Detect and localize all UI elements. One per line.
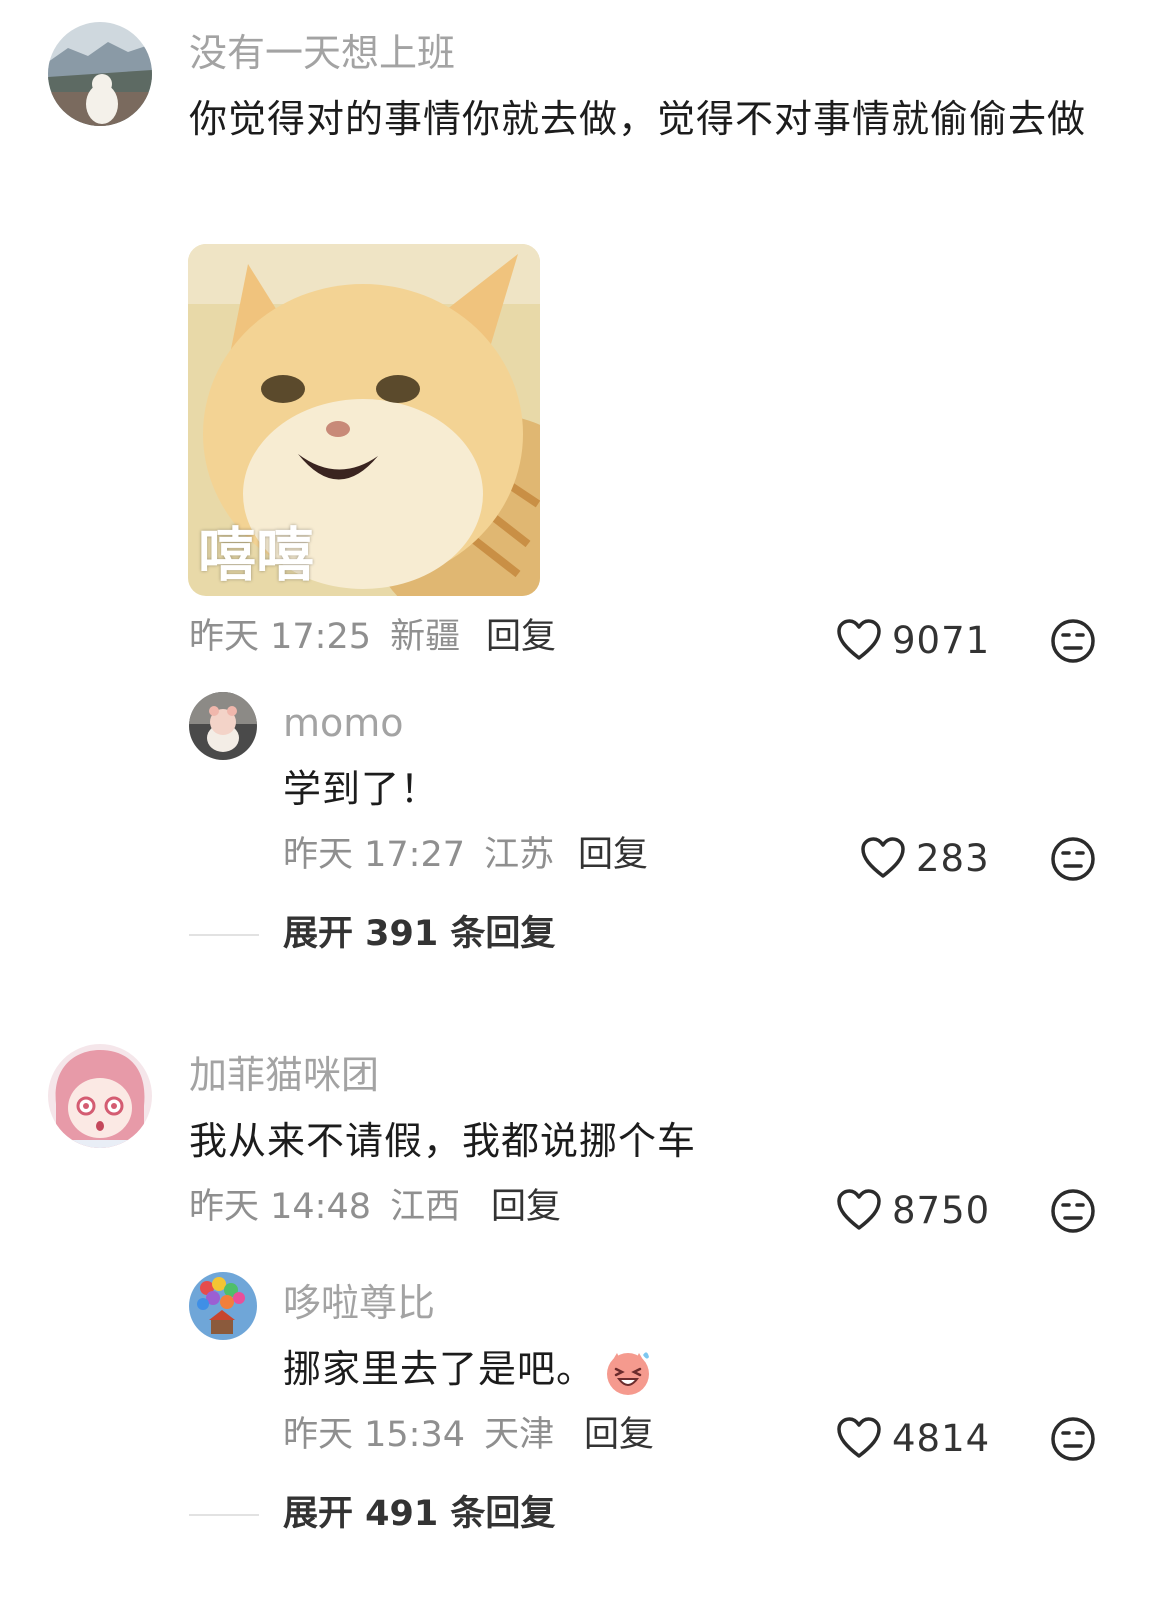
avatar[interactable] xyxy=(189,1272,257,1340)
comment-text: 我从来不请假，我都说挪个车 xyxy=(189,1119,697,1163)
meh-face-icon[interactable] xyxy=(1050,836,1096,882)
reply-button[interactable]: 回复 xyxy=(486,620,556,655)
heart-outline-icon xyxy=(837,1417,881,1458)
cat-sticker-image[interactable]: 嘻嘻 xyxy=(188,244,540,596)
expand-replies-button[interactable]: 展开 391 条回复 xyxy=(283,917,555,952)
laughing-crying-emoji-icon xyxy=(607,1351,650,1395)
reply-location: 江苏 xyxy=(484,835,555,875)
meh-face-icon[interactable] xyxy=(1050,618,1096,664)
avatar[interactable] xyxy=(189,692,257,760)
reply-time: 昨天 17:27 xyxy=(283,835,465,875)
divider xyxy=(189,934,259,936)
reply-button[interactable]: 回复 xyxy=(491,1190,561,1225)
avatar[interactable] xyxy=(48,22,152,126)
like-button[interactable]: 8750 xyxy=(836,1188,990,1232)
comment-text: 你觉得对的事情你就去做，觉得不对事情就偷偷去做 xyxy=(189,97,1087,141)
like-button[interactable]: 9071 xyxy=(836,618,990,662)
heart-outline-icon xyxy=(861,837,905,878)
reply-location: 天津 xyxy=(484,1415,555,1455)
reply-button[interactable]: 回复 xyxy=(578,838,648,873)
reply-meta: 昨天 15:34 天津 xyxy=(283,1418,554,1453)
like-count: 9071 xyxy=(892,618,991,662)
meh-face-icon[interactable] xyxy=(1050,1188,1096,1234)
reply-text: 挪家里去了是吧。 xyxy=(283,1336,983,1402)
meh-face-icon[interactable] xyxy=(1050,1416,1096,1462)
like-count: 8750 xyxy=(892,1188,991,1232)
username[interactable]: momo xyxy=(283,704,404,742)
sticker-caption: 嘻嘻 xyxy=(198,521,315,589)
username[interactable]: 加菲猫咪团 xyxy=(189,1056,379,1094)
expand-replies-button[interactable]: 展开 491 条回复 xyxy=(283,1497,555,1532)
comment-meta: 昨天 17:25 新疆 xyxy=(189,620,460,655)
comment-time: 昨天 17:25 xyxy=(189,617,371,657)
comment-location: 江西 xyxy=(390,1187,461,1227)
like-count: 4814 xyxy=(892,1416,991,1460)
reply-button[interactable]: 回复 xyxy=(584,1418,654,1453)
reply-time: 昨天 15:34 xyxy=(283,1415,465,1455)
like-button[interactable]: 283 xyxy=(860,836,990,880)
username[interactable]: 没有一天想上班 xyxy=(189,34,455,72)
avatar[interactable] xyxy=(48,1044,152,1148)
like-count: 283 xyxy=(916,836,990,880)
heart-outline-icon xyxy=(837,1189,881,1230)
username[interactable]: 哆啦尊比 xyxy=(283,1284,435,1322)
comment-meta: 昨天 14:48 江西 xyxy=(189,1190,460,1225)
divider xyxy=(189,1514,259,1516)
reply-meta: 昨天 17:27 江苏 xyxy=(283,838,554,873)
like-button[interactable]: 4814 xyxy=(836,1416,990,1460)
reply-text: 学到了！ xyxy=(283,767,440,811)
comment-location: 新疆 xyxy=(390,617,461,657)
heart-outline-icon xyxy=(837,619,881,660)
reply-text-content: 挪家里去了是吧。 xyxy=(283,1347,596,1391)
comment-time: 昨天 14:48 xyxy=(189,1187,371,1227)
